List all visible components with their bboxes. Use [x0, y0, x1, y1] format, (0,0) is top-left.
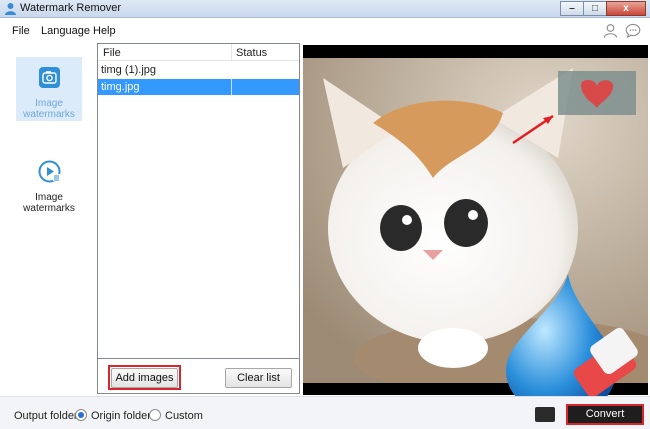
user-icon[interactable] [603, 23, 618, 38]
add-images-button[interactable]: Add images [111, 368, 178, 388]
menu-help[interactable]: Help [93, 25, 116, 37]
window-title: Watermark Remover [20, 2, 122, 14]
menu-language[interactable]: Language [41, 25, 90, 37]
video-watermark-icon [38, 160, 61, 183]
file-name: timg (1).jpg [101, 64, 157, 76]
radio-origin-folder[interactable] [75, 409, 87, 421]
column-file[interactable]: File [103, 47, 121, 59]
settings-button[interactable] [535, 407, 555, 422]
file-list: File Status timg (1).jpg timg.jpg [97, 43, 300, 359]
file-row[interactable]: timg (1).jpg [98, 62, 299, 78]
file-row-selected[interactable]: timg.jpg [98, 79, 299, 95]
close-icon: x [623, 3, 629, 14]
nav-video-watermarks[interactable]: Image watermarks [16, 153, 82, 217]
origin-folder-label[interactable]: Origin folder [91, 410, 151, 422]
image-watermark-icon [39, 67, 60, 88]
minimize-icon: – [569, 3, 575, 14]
nav-image-watermarks[interactable]: Image watermarks [16, 57, 82, 121]
radio-custom[interactable] [149, 409, 161, 421]
menu-bar: File Language Help [0, 19, 650, 43]
file-name: timg.jpg [101, 81, 140, 93]
title-bar: Watermark Remover – □ x [0, 0, 650, 18]
left-nav: Image watermarks Image watermarks [0, 43, 96, 393]
chat-icon[interactable] [625, 23, 641, 38]
maximize-icon: □ [591, 3, 599, 14]
app-logo-icon [5, 3, 16, 15]
clear-list-button[interactable]: Clear list [225, 368, 292, 388]
minimize-button[interactable]: – [560, 1, 584, 16]
output-folder-label: Output folder [14, 410, 78, 422]
menu-file[interactable]: File [12, 25, 30, 37]
file-list-header: File Status [98, 44, 299, 61]
column-status[interactable]: Status [236, 47, 267, 59]
custom-label[interactable]: Custom [165, 410, 203, 422]
maximize-button[interactable]: □ [583, 1, 607, 16]
convert-button[interactable]: Convert [566, 404, 644, 425]
nav-image-watermarks-label: Image watermarks [23, 98, 75, 120]
close-button[interactable]: x [606, 1, 646, 16]
nav-video-watermarks-label: Image watermarks [23, 192, 75, 214]
file-actions: Add images Clear list [97, 359, 300, 394]
